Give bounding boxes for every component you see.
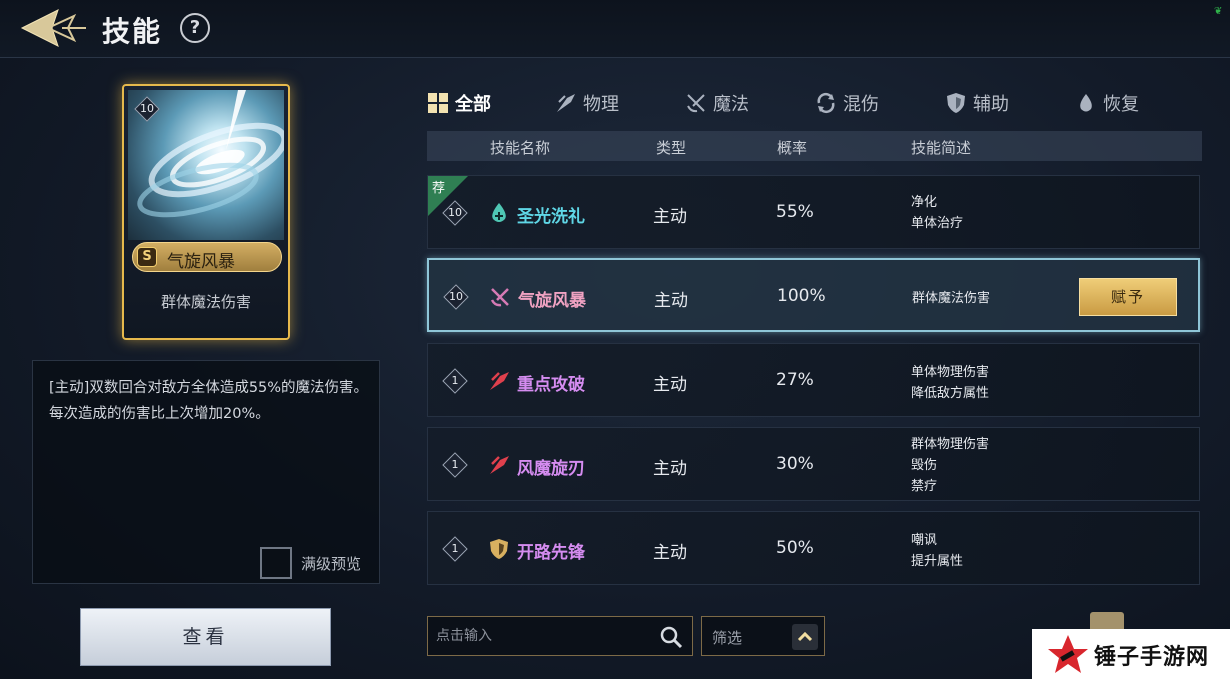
skill-summary: 群体物理伤害 毁伤 禁疗	[911, 437, 990, 494]
column-header-rate: 概率	[777, 139, 808, 157]
skill-summary: 嘲讽 提升属性	[911, 533, 964, 569]
tab-magic[interactable]: 魔法	[685, 86, 749, 120]
back-button[interactable]	[18, 6, 88, 50]
tab-label: 全部	[455, 94, 491, 115]
table-row[interactable]: 1 风魔旋刃 主动 30% 群体物理伤害 毁伤 禁疗	[427, 427, 1200, 501]
watermark-text: 锤子手游网	[1094, 645, 1210, 670]
filter-label: 筛选	[712, 629, 743, 647]
search-input[interactable]	[428, 617, 648, 655]
page-title: 技能	[102, 15, 163, 48]
skill-name: 开路先锋	[517, 543, 585, 563]
skill-rate: 30%	[776, 454, 814, 474]
skill-name: 圣光洗礼	[517, 207, 585, 227]
skill-level-badge: 10	[442, 200, 468, 226]
search-icon[interactable]	[658, 624, 684, 650]
tab-recovery[interactable]: 恢复	[1075, 86, 1139, 120]
help-button[interactable]: ?	[180, 13, 210, 43]
claw-icon	[490, 456, 509, 474]
claw-icon	[557, 94, 575, 112]
search-box	[427, 616, 693, 656]
tab-label: 辅助	[973, 94, 1009, 115]
table-row[interactable]: 荐 10 圣光洗礼 主动 55% 净化 单体治疗	[427, 175, 1200, 249]
grant-button[interactable]: 赋予	[1079, 278, 1177, 316]
skill-name: 气旋风暴	[518, 291, 586, 311]
tab-label: 混伤	[843, 94, 879, 115]
grid-icon	[428, 93, 448, 113]
skill-level-badge: 10	[443, 284, 469, 310]
column-header-desc: 技能简述	[911, 139, 972, 157]
skill-type: 主动	[653, 543, 687, 563]
tab-support[interactable]: 辅助	[945, 86, 1009, 120]
filter-dropdown[interactable]: 筛选	[701, 616, 825, 656]
card-skill-name: 气旋风暴	[167, 252, 235, 272]
skill-summary: 单体物理伤害 降低敌方属性	[911, 365, 990, 401]
skill-card-art: 10	[128, 90, 284, 240]
chevron-up-icon	[792, 624, 818, 650]
max-level-preview-checkbox[interactable]	[260, 547, 292, 579]
card-skill-type: 群体魔法伤害	[160, 293, 251, 311]
shield-icon	[947, 93, 965, 113]
magic-cross-icon	[687, 94, 705, 113]
skill-rate: 27%	[776, 370, 814, 390]
max-level-preview-label: 满级预览	[301, 555, 362, 573]
view-button[interactable]: 查看	[80, 608, 331, 666]
skill-rate: 55%	[776, 202, 814, 222]
skill-card[interactable]: 10 S 气旋风暴 群体魔法伤害	[122, 84, 290, 340]
tab-label: 物理	[583, 94, 619, 115]
skill-rate: 50%	[776, 538, 814, 558]
skill-type: 主动	[653, 207, 687, 227]
back-arrow-icon	[20, 9, 86, 47]
swirl-icon	[817, 92, 835, 114]
card-level-badge: 10	[134, 96, 160, 122]
claw-icon	[490, 372, 509, 390]
grade-badge: S	[137, 247, 157, 267]
header-bar: 技能 ? ❦	[0, 0, 1230, 58]
watermark-logo: 锤子手游网	[1032, 629, 1230, 679]
card-name-plate: S 气旋风暴	[132, 242, 282, 272]
skill-name: 风魔旋刃	[517, 459, 585, 479]
magic-cross-icon	[490, 288, 509, 307]
tab-all[interactable]: 全部	[427, 86, 491, 120]
leaf-icon: ❦	[1214, 6, 1223, 17]
skill-summary: 净化 单体治疗	[911, 195, 964, 231]
tab-label: 魔法	[713, 94, 749, 115]
table-row[interactable]: 1 开路先锋 主动 50% 嘲讽 提升属性	[427, 511, 1200, 585]
drop-icon	[1080, 94, 1092, 112]
skill-description-panel: [主动]双数回合对敌方全体造成55%的魔法伤害。每次造成的伤害比上次增加20%。…	[32, 360, 380, 584]
column-header-type: 类型	[656, 139, 687, 157]
skill-rate: 100%	[777, 286, 826, 306]
skill-level-badge: 1	[442, 452, 468, 478]
table-header: 技能名称 类型 概率 技能简述	[427, 131, 1202, 161]
skill-name: 重点攻破	[517, 375, 585, 395]
tab-physical[interactable]: 物理	[555, 86, 619, 120]
column-header-name: 技能名称	[490, 139, 551, 157]
heal-drop-icon	[492, 203, 506, 222]
skill-type: 主动	[653, 459, 687, 479]
skill-level-badge: 1	[442, 368, 468, 394]
shield-icon	[490, 539, 508, 559]
skill-description-text: [主动]双数回合对敌方全体造成55%的魔法伤害。每次造成的伤害比上次增加20%。	[49, 380, 369, 422]
tab-label: 恢复	[1103, 94, 1139, 115]
table-row[interactable]: 1 重点攻破 主动 27% 单体物理伤害 降低敌方属性	[427, 343, 1200, 417]
tab-mixed[interactable]: 混伤	[815, 86, 879, 120]
table-row[interactable]: 10 气旋风暴 主动 100% 群体魔法伤害 赋予	[427, 258, 1200, 332]
skill-category-tabs: 全部 物理 魔法 混伤 辅助 恢复	[427, 86, 1187, 120]
hammer-star-icon	[1048, 635, 1088, 673]
skill-level-badge: 1	[442, 536, 468, 562]
recommend-tag-label: 荐	[432, 181, 446, 196]
skill-summary: 群体魔法伤害	[912, 291, 991, 306]
skill-type: 主动	[653, 375, 687, 395]
skill-type: 主动	[654, 291, 688, 311]
